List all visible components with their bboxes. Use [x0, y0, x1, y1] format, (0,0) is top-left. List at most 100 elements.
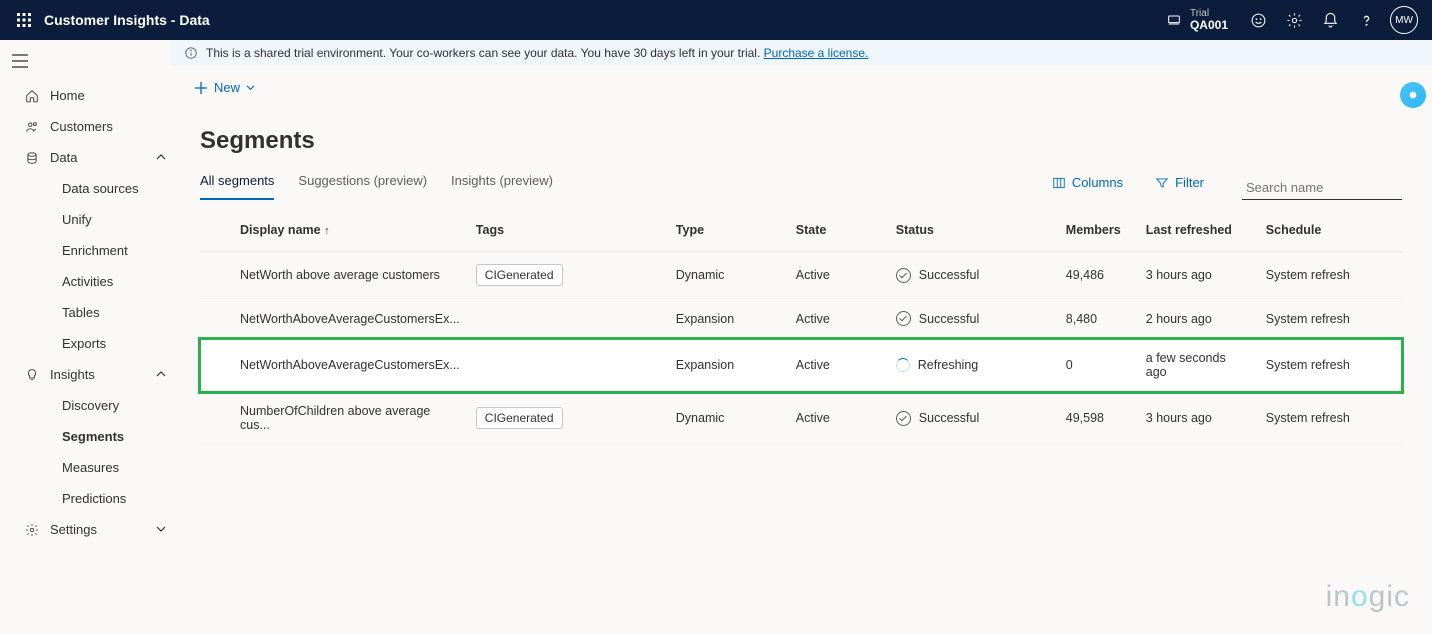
segments-table: Display name ↑ Tags Type State Status Me…	[200, 209, 1402, 445]
trial-banner: This is a shared trial environment. Your…	[170, 40, 1432, 66]
nav-settings-label: Settings	[50, 522, 97, 537]
notifications-bell-icon[interactable]	[1312, 0, 1348, 40]
cell-display-name: NetWorth above average customers	[232, 252, 468, 299]
cell-tags: CIGenerated	[468, 392, 668, 445]
nav-data-sources[interactable]: Data sources	[40, 173, 170, 204]
cell-type: Expansion	[668, 299, 788, 339]
chevron-up-icon	[156, 367, 166, 382]
nav-insights[interactable]: Insights	[40, 359, 170, 390]
plus-icon	[194, 81, 208, 95]
cell-members: 49,486	[1058, 252, 1138, 299]
page-title: Segments	[200, 127, 1402, 155]
nav-discovery[interactable]: Discovery	[40, 390, 170, 421]
user-avatar[interactable]: MW	[1390, 6, 1418, 34]
cell-type: Dynamic	[668, 252, 788, 299]
nav-home-label: Home	[50, 88, 85, 103]
new-button[interactable]: New	[188, 76, 261, 99]
environment-name: QA001	[1190, 19, 1228, 32]
cell-tags	[468, 299, 668, 339]
filter-icon	[1155, 176, 1169, 190]
nav-collapse-icon[interactable]	[12, 54, 28, 71]
top-nav-bar: Customer Insights - Data Trial QA001 MW	[0, 0, 1432, 40]
nav-unify[interactable]: Unify	[40, 204, 170, 235]
sidebar-nav: Home Customers Data Data sources Unify E…	[40, 40, 170, 634]
tab-suggestions[interactable]: Suggestions (preview)	[298, 167, 427, 200]
cell-last-refreshed: 3 hours ago	[1138, 392, 1258, 445]
app-launcher-icon[interactable]	[8, 13, 40, 27]
nav-exports[interactable]: Exports	[40, 328, 170, 359]
col-display-name[interactable]: Display name ↑	[232, 209, 468, 252]
col-state[interactable]: State	[788, 209, 888, 252]
table-row[interactable]: NetWorth above average customersCIGenera…	[200, 252, 1402, 299]
tag-chip: CIGenerated	[476, 407, 563, 429]
nav-customers[interactable]: Customers	[40, 111, 170, 142]
watermark-logo: inogic	[1326, 580, 1410, 614]
cell-tags	[468, 339, 668, 392]
copilot-button[interactable]	[1400, 82, 1426, 108]
tab-insights[interactable]: Insights (preview)	[451, 167, 553, 200]
cell-display-name: NetWorthAboveAverageCustomersEx...	[232, 299, 468, 339]
cell-schedule: System refresh	[1258, 299, 1402, 339]
columns-button-label: Columns	[1072, 175, 1123, 190]
col-schedule[interactable]: Schedule	[1258, 209, 1402, 252]
nav-insights-label: Insights	[50, 367, 95, 382]
nav-segments[interactable]: Segments	[40, 421, 170, 452]
cell-status: Successful	[888, 252, 1058, 299]
chevron-down-icon	[246, 83, 255, 92]
col-type[interactable]: Type	[668, 209, 788, 252]
feedback-icon[interactable]	[1240, 0, 1276, 40]
tab-all-segments[interactable]: All segments	[200, 167, 274, 200]
nav-measures[interactable]: Measures	[40, 452, 170, 483]
customers-icon	[22, 120, 42, 134]
table-row[interactable]: NetWorthAboveAverageCustomersEx... Expans…	[200, 299, 1402, 339]
col-status[interactable]: Status	[888, 209, 1058, 252]
sort-ascending-icon: ↑	[324, 225, 330, 237]
trial-banner-text: This is a shared trial environment. Your…	[206, 46, 764, 60]
nav-home[interactable]: Home	[40, 80, 170, 111]
cell-status: Successful	[888, 299, 1058, 339]
nav-predictions[interactable]: Predictions	[40, 483, 170, 514]
success-check-icon	[896, 411, 911, 426]
nav-data[interactable]: Data	[40, 142, 170, 173]
cell-state: Active	[788, 299, 888, 339]
new-button-label: New	[214, 80, 240, 95]
cell-members: 8,480	[1058, 299, 1138, 339]
success-check-icon	[896, 268, 911, 283]
col-last-refreshed[interactable]: Last refreshed	[1138, 209, 1258, 252]
home-icon	[22, 89, 42, 103]
nav-activities[interactable]: Activities	[40, 266, 170, 297]
cell-members: 49,598	[1058, 392, 1138, 445]
help-icon[interactable]	[1348, 0, 1384, 40]
columns-icon	[1052, 176, 1066, 190]
cell-schedule: System refresh	[1258, 252, 1402, 299]
cell-display-name: NetWorthAboveAverageCustomersEx...	[232, 339, 468, 392]
spinner-icon	[896, 358, 910, 372]
main-content: This is a shared trial environment. Your…	[170, 40, 1432, 634]
nav-data-label: Data	[50, 150, 77, 165]
cell-type: Expansion	[668, 339, 788, 392]
purchase-license-link[interactable]: Purchase a license.	[764, 46, 869, 60]
environment-icon	[1166, 12, 1182, 28]
col-tags[interactable]: Tags	[468, 209, 668, 252]
table-row[interactable]: NetWorthAboveAverageCustomersEx... Expans…	[200, 339, 1402, 392]
settings-gear-icon[interactable]	[1276, 0, 1312, 40]
table-row[interactable]: NumberOfChildren above average cus... CIG…	[200, 392, 1402, 445]
filter-button[interactable]: Filter	[1151, 171, 1208, 200]
columns-button[interactable]: Columns	[1048, 171, 1127, 200]
cell-last-refreshed: a few seconds ago	[1138, 339, 1258, 392]
cell-display-name: NumberOfChildren above average cus...	[232, 392, 468, 445]
gear-icon	[22, 523, 42, 537]
nav-settings[interactable]: Settings	[40, 514, 170, 545]
cell-last-refreshed: 3 hours ago	[1138, 252, 1258, 299]
cell-members: 0	[1058, 339, 1138, 392]
col-members[interactable]: Members	[1058, 209, 1138, 252]
cell-last-refreshed: 2 hours ago	[1138, 299, 1258, 339]
chevron-down-icon	[156, 522, 166, 537]
environment-picker[interactable]: Trial QA001	[1166, 8, 1228, 32]
search-input-wrapper[interactable]	[1242, 178, 1402, 200]
nav-tables[interactable]: Tables	[40, 297, 170, 328]
search-input[interactable]	[1246, 180, 1422, 195]
nav-enrichment[interactable]: Enrichment	[40, 235, 170, 266]
cell-state: Active	[788, 339, 888, 392]
cell-type: Dynamic	[668, 392, 788, 445]
